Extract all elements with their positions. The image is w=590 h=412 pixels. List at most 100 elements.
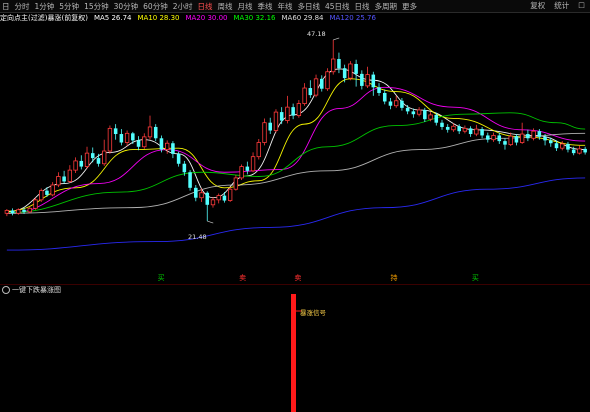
candle-body bbox=[256, 142, 261, 158]
toolbar-right: 复权 统计 ☐ bbox=[524, 0, 588, 11]
candle-body bbox=[365, 74, 370, 87]
indicator-title[interactable]: 定向点主(过滤)暴涨(前复权) bbox=[0, 13, 88, 23]
candle-body bbox=[337, 59, 341, 69]
candle-body bbox=[440, 122, 444, 127]
period-tab-8[interactable]: 日线 bbox=[195, 1, 214, 12]
candle-body bbox=[84, 152, 90, 167]
indicator-info-bar: 定向点主(过滤)暴涨(前复权) MA5 26.74 MA10 28.30 MA2… bbox=[0, 13, 590, 23]
candle-body bbox=[119, 134, 124, 143]
period-tab-4[interactable]: 15分钟 bbox=[82, 1, 111, 12]
candle-body bbox=[319, 78, 324, 89]
period-tab-1[interactable]: 分时 bbox=[13, 1, 32, 12]
candle-body bbox=[571, 149, 576, 154]
period-toolbar: 日分时 1分钟 5分钟 15分钟 30分钟 60分钟 2小时 日线 周线 月线 季线 年线 多日线 45日… bbox=[0, 0, 590, 13]
period-tab-9[interactable]: 周线 bbox=[215, 1, 234, 12]
candle-body bbox=[486, 135, 490, 140]
candle-body bbox=[188, 172, 192, 188]
surge-signal-label: 暴涨信号 bbox=[300, 309, 326, 317]
trade-signal-0: 买 bbox=[158, 274, 165, 282]
candle-body bbox=[245, 166, 250, 171]
ma30-value: MA30 32.16 bbox=[233, 14, 276, 22]
candle-body bbox=[302, 87, 307, 105]
candle-body bbox=[416, 109, 422, 115]
candle-body bbox=[583, 148, 587, 153]
candle-body bbox=[279, 112, 284, 121]
period-tab-6[interactable]: 60分钟 bbox=[141, 1, 170, 12]
candle-body bbox=[131, 133, 135, 141]
candle-body bbox=[400, 100, 404, 108]
trade-signal-4: 买 bbox=[472, 274, 479, 282]
candle-body bbox=[153, 126, 158, 139]
trade-signal-1: 卖 bbox=[239, 274, 246, 282]
candle-body bbox=[348, 63, 353, 79]
period-tab-2[interactable]: 1分钟 bbox=[33, 1, 57, 12]
ma10-line bbox=[6, 78, 586, 212]
candle-body bbox=[451, 125, 456, 131]
candle-body bbox=[526, 134, 530, 139]
candle-body bbox=[10, 210, 15, 214]
toolbar-right-button-2[interactable]: ☐ bbox=[576, 0, 587, 11]
candle-body bbox=[107, 127, 113, 152]
candle-body bbox=[560, 143, 565, 149]
candlestick-chart[interactable]: 买卖卖持买 bbox=[0, 24, 590, 286]
candle-body bbox=[508, 135, 513, 146]
candle-body bbox=[227, 188, 233, 201]
candle-body bbox=[171, 143, 175, 154]
period-tab-17[interactable]: 更多 bbox=[400, 1, 419, 12]
period-tab-15[interactable]: 日线 bbox=[353, 1, 372, 12]
toolbar-right-button-0[interactable]: 复权 bbox=[528, 0, 547, 11]
candle-body bbox=[503, 141, 507, 145]
candle-body bbox=[519, 133, 525, 143]
candle-body bbox=[50, 184, 55, 196]
candle-body bbox=[182, 163, 187, 173]
candle-body bbox=[457, 126, 461, 132]
high-price-label: 47.18 bbox=[307, 30, 326, 38]
candle-body bbox=[16, 209, 21, 214]
candle-body bbox=[382, 92, 387, 102]
period-tab-10[interactable]: 月线 bbox=[235, 1, 254, 12]
candle-body bbox=[468, 128, 473, 135]
candle-body bbox=[577, 148, 582, 154]
period-tab-3[interactable]: 5分钟 bbox=[57, 1, 81, 12]
candle-body bbox=[239, 166, 244, 179]
candle-body bbox=[233, 177, 239, 190]
candle-body bbox=[296, 103, 302, 117]
period-tab-14[interactable]: 45日线 bbox=[323, 1, 352, 12]
candle-body bbox=[291, 107, 295, 116]
surge-signal-bar bbox=[291, 294, 296, 412]
sub-chart-toggle-icon[interactable] bbox=[2, 286, 10, 294]
candle-body bbox=[33, 199, 38, 209]
candle-body bbox=[159, 138, 164, 150]
candle-body bbox=[377, 87, 381, 93]
moving-average-lines bbox=[6, 68, 586, 251]
signal-sub-chart[interactable] bbox=[0, 294, 590, 412]
low-marker bbox=[207, 220, 214, 224]
candles-group bbox=[4, 37, 587, 224]
candle-body bbox=[360, 73, 364, 86]
candle-body bbox=[554, 143, 559, 149]
period-tab-16[interactable]: 多周期 bbox=[373, 1, 400, 12]
candle-body bbox=[27, 207, 32, 213]
toolbar-right-button-1[interactable]: 统计 bbox=[552, 0, 571, 11]
candle-body bbox=[388, 101, 393, 106]
candle-body bbox=[445, 126, 450, 130]
trade-signal-2: 卖 bbox=[294, 274, 301, 282]
period-tab-12[interactable]: 年线 bbox=[275, 1, 294, 12]
candle-body bbox=[45, 190, 49, 195]
candle-body bbox=[147, 126, 153, 138]
period-tab-13[interactable]: 多日线 bbox=[295, 1, 322, 12]
ma120-value: MA120 25.76 bbox=[329, 14, 376, 22]
period-tab-11[interactable]: 季线 bbox=[255, 1, 274, 12]
candle-body bbox=[411, 111, 416, 115]
ma60-line bbox=[6, 132, 586, 214]
candle-body bbox=[67, 169, 73, 182]
candle-body bbox=[96, 158, 101, 164]
candle-body bbox=[514, 136, 519, 143]
period-tab-5[interactable]: 30分钟 bbox=[112, 1, 141, 12]
candle-body bbox=[142, 136, 147, 148]
period-tab-7[interactable]: 2小时 bbox=[171, 1, 195, 12]
candle-body bbox=[165, 142, 170, 150]
candle-body bbox=[462, 127, 468, 132]
low-price-label: 21.48 bbox=[188, 233, 207, 241]
period-tab-0[interactable]: 日 bbox=[0, 1, 12, 12]
